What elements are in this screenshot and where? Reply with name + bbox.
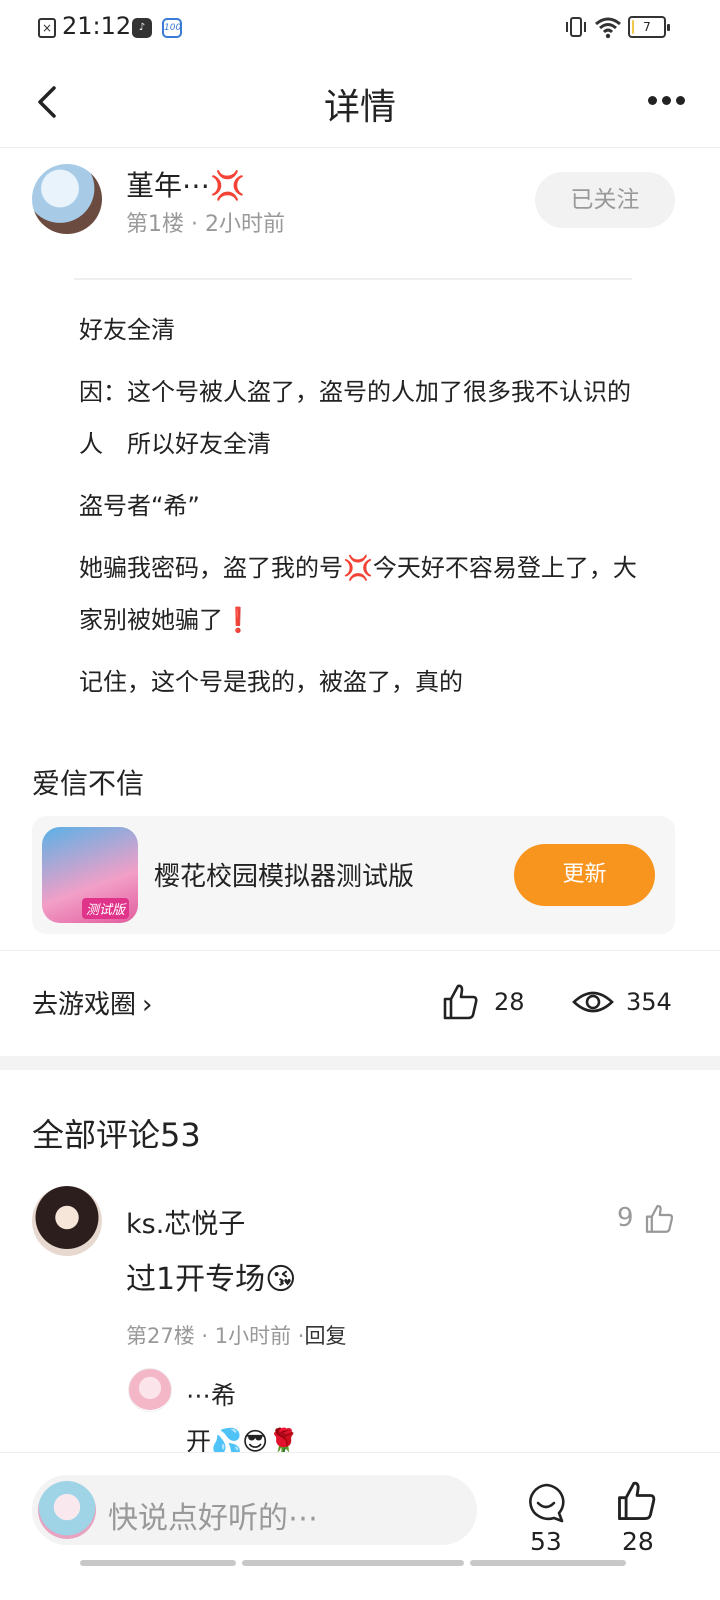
go-to-game-circle-link[interactable]: 去游戏圈 ›: [32, 984, 152, 1021]
comment-meta-text: 第27楼 · 1小时前 ·: [126, 1324, 305, 1348]
eye-icon: [572, 991, 614, 1013]
bottom-like-count: 28: [622, 1527, 654, 1556]
bottom-like-button[interactable]: 28: [614, 1479, 662, 1556]
reply-text: 开💦😎🌹: [186, 1427, 300, 1452]
comment-like-button[interactable]: 9: [617, 1203, 677, 1237]
reply-avatar[interactable]: [128, 1368, 172, 1412]
status-bar: × 21:12 ♪ 100 7: [0, 0, 720, 56]
comment-count: 53: [530, 1527, 562, 1556]
page-title: 详情: [323, 87, 396, 128]
post-paragraph: 盗号者“希”: [79, 492, 200, 520]
comment-meta: 第27楼 · 1小时前 ·回复: [126, 1320, 346, 1350]
bottom-bar: 快说点好听的⋯ 53 28: [0, 1452, 720, 1600]
game-icon[interactable]: 测试版: [42, 827, 138, 923]
comment-text: 过1开专场😘: [126, 1262, 297, 1297]
comment-avatar[interactable]: [32, 1186, 102, 1256]
sim-off-icon: ×: [38, 18, 56, 38]
battery-text: 7: [643, 20, 651, 34]
comment-bubble-icon: [529, 1483, 565, 1523]
thumbs-up-icon: [618, 1481, 656, 1521]
comments-title: 全部评论53: [32, 1116, 201, 1154]
divider: [0, 950, 720, 951]
author-name[interactable]: 堇年⋯💢: [126, 164, 245, 204]
comment-username[interactable]: ks.芯悦子: [126, 1202, 245, 1241]
post-views: 354: [572, 982, 672, 1024]
thumbs-up-icon: [443, 984, 478, 1020]
comment-input[interactable]: 快说点好听的⋯: [32, 1475, 477, 1545]
more-options-icon[interactable]: [648, 90, 692, 110]
home-indicator-segment: [80, 1560, 236, 1566]
post-paragraph: 因：这个号被人盗了，盗号的人加了很多我不认识的人 所以好友全清: [79, 378, 631, 458]
divider: [74, 278, 632, 280]
top-header: 详情: [0, 56, 720, 148]
app-notification-icon: ♪: [132, 18, 152, 38]
post-paragraph: 记住，这个号是我的，被盗了，真的: [79, 668, 463, 696]
chevron-right-icon: ›: [142, 990, 153, 1020]
post-like-count: 28: [494, 988, 525, 1016]
post-paragraph: 她骗我密码，盗了我的号💢今天好不容易登上了，大家别被她骗了❗: [79, 554, 637, 634]
reply-username[interactable]: ⋯希: [186, 1376, 236, 1412]
post-view-count: 354: [626, 988, 672, 1016]
wifi-icon: [595, 17, 621, 39]
thumbs-up-icon: [645, 1204, 674, 1233]
reply-button[interactable]: 回复: [304, 1324, 346, 1348]
go-circle-label: 去游戏圈: [32, 990, 137, 1020]
comment-input-placeholder: 快说点好听的⋯: [108, 1501, 318, 1536]
vibrate-icon: [566, 17, 586, 37]
battery-icon: 7: [628, 16, 670, 38]
home-indicator-segment: [242, 1560, 464, 1566]
update-button[interactable]: 更新: [514, 844, 655, 906]
author-avatar[interactable]: [32, 164, 102, 234]
comment-like-count: 9: [617, 1203, 634, 1233]
my-avatar: [38, 1481, 96, 1539]
post-paragraph: 好友全清: [79, 316, 175, 344]
author-meta: 第1楼 · 2小时前: [126, 212, 285, 237]
section-gap: [0, 1056, 720, 1070]
post-content: 好友全清 因：这个号被人盗了，盗号的人加了很多我不认识的人 所以好友全清 盗号者…: [79, 304, 639, 718]
game-name[interactable]: 樱花校园模拟器测试版: [154, 856, 414, 893]
game-test-tag: 测试版: [82, 898, 130, 919]
app-100-icon: 100: [162, 18, 182, 38]
game-card[interactable]: 测试版 樱花校园模拟器测试版 更新: [32, 816, 675, 934]
status-time: 21:12: [62, 12, 132, 40]
home-indicator-segment: [470, 1560, 626, 1566]
circle-title: 爱信不信: [32, 767, 145, 800]
follow-button[interactable]: 已关注: [535, 172, 675, 228]
comment-button[interactable]: 53: [524, 1481, 572, 1556]
